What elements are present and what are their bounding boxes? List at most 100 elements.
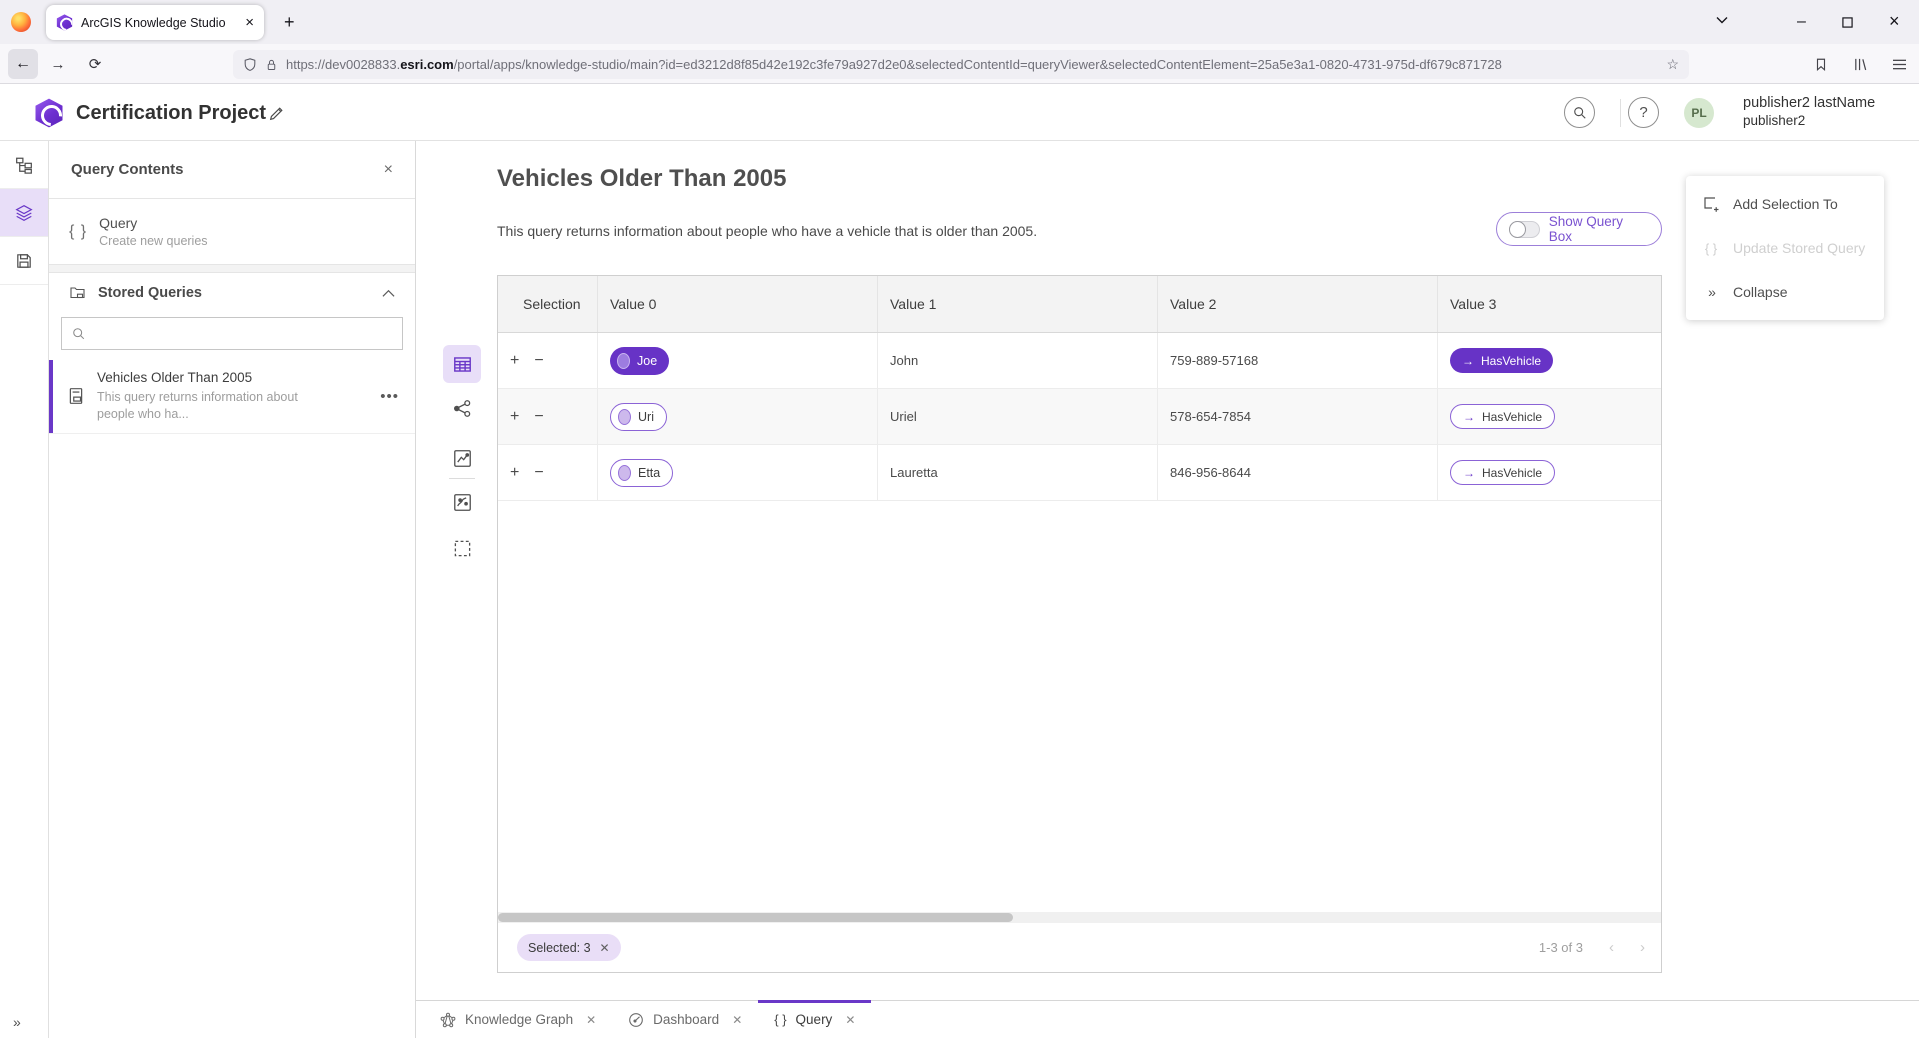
tab-knowledge-graph[interactable]: Knowledge Graph ✕ — [424, 1001, 612, 1038]
selected-count-badge[interactable]: Selected: 3 ✕ — [517, 934, 621, 961]
window-close-button[interactable]: × — [1889, 12, 1900, 30]
reload-button[interactable]: ⟳ — [80, 49, 110, 79]
rail-data-model-button[interactable] — [0, 141, 48, 189]
table-empty-area — [498, 501, 1661, 912]
expand-rail-button[interactable]: » — [13, 1014, 19, 1030]
menu-item-collapse[interactable]: » Collapse — [1686, 270, 1884, 314]
tab-close-icon[interactable]: ✕ — [732, 1013, 742, 1027]
entity-icon — [618, 409, 631, 425]
search-input[interactable] — [94, 326, 392, 341]
view-map-button[interactable] — [450, 490, 474, 514]
braces-icon: { } — [774, 1012, 786, 1027]
main-content: Vehicles Older Than 2005 This query retu… — [416, 141, 1919, 1038]
firefox-icon[interactable] — [11, 12, 31, 32]
menu-item-add-selection-to[interactable]: Add Selection To — [1686, 182, 1884, 226]
tab-title: ArcGIS Knowledge Studio — [81, 16, 237, 30]
panel-close-icon[interactable]: × — [384, 161, 393, 179]
tab-dashboard[interactable]: Dashboard ✕ — [612, 1001, 758, 1038]
show-query-box-label: Show Query Box — [1549, 214, 1649, 244]
tab-query[interactable]: { } Query ✕ — [758, 1001, 871, 1038]
scrollbar-thumb[interactable] — [498, 913, 1013, 922]
add-to-selection-button[interactable]: + — [510, 465, 519, 481]
browser-tab[interactable]: ArcGIS Knowledge Studio × — [46, 5, 264, 40]
arrow-icon: → — [1463, 466, 1475, 480]
relationship-pill[interactable]: →HasVehicle — [1450, 404, 1555, 429]
cell-value1: John — [878, 333, 1158, 388]
help-button[interactable]: ? — [1628, 97, 1659, 128]
search-button[interactable] — [1564, 97, 1595, 128]
horizontal-scrollbar[interactable] — [498, 912, 1661, 923]
view-link-chart-button[interactable] — [450, 396, 474, 420]
dashboard-icon — [628, 1012, 644, 1028]
relationship-pill[interactable]: →HasVehicle — [1450, 348, 1553, 373]
rail-save-button[interactable] — [0, 237, 48, 285]
show-query-box-toggle[interactable]: Show Query Box — [1496, 212, 1662, 246]
entity-pill[interactable]: Joe — [610, 347, 669, 375]
url-text[interactable]: https://dev0028833.esri.com/portal/apps/… — [286, 57, 1658, 72]
relationship-pill[interactable]: →HasVehicle — [1450, 460, 1555, 485]
column-header-value3: Value 3 — [1438, 276, 1661, 332]
bottom-tab-bar: Knowledge Graph ✕ Dashboard ✕ { } Query … — [416, 1000, 1919, 1038]
stored-queries-title: Stored Queries — [98, 285, 370, 301]
previous-page-button: ‹ — [1609, 939, 1614, 956]
new-tab-button[interactable]: + — [284, 13, 295, 31]
view-table-button[interactable] — [443, 345, 481, 383]
tab-close-icon[interactable]: ✕ — [586, 1013, 596, 1027]
cell-value2: 578-654-7854 — [1158, 389, 1438, 444]
stored-query-item[interactable]: Vehicles Older Than 2005 This query retu… — [49, 360, 415, 434]
lock-icon[interactable] — [265, 58, 278, 72]
column-header-value2: Value 2 — [1158, 276, 1438, 332]
rail-layers-button[interactable] — [0, 189, 48, 237]
stored-queries-search[interactable] — [61, 317, 403, 350]
braces-icon: { } — [1702, 241, 1720, 256]
query-item-subtitle: Create new queries — [99, 234, 207, 248]
view-chart-button[interactable] — [450, 446, 474, 470]
stored-queries-header[interactable]: Stored Queries — [49, 273, 415, 313]
remove-from-selection-button[interactable]: − — [534, 465, 543, 481]
table-row: +− Uri Uriel 578-654-7854 →HasVehicle — [498, 389, 1661, 445]
results-table: Selection Value 0 Value 1 Value 2 Value … — [497, 275, 1662, 973]
shield-icon[interactable] — [243, 57, 257, 72]
selection-tools-button[interactable] — [450, 536, 474, 560]
pagination: 1-3 of 3 ‹ › — [1539, 939, 1645, 956]
search-icon — [72, 327, 86, 341]
save-to-pocket-icon[interactable] — [1806, 49, 1836, 79]
stored-query-title: Vehicles Older Than 2005 — [97, 370, 298, 385]
avatar[interactable]: PL — [1684, 98, 1714, 128]
remove-from-selection-button[interactable]: − — [534, 353, 543, 369]
menu-hamburger-icon[interactable] — [1884, 49, 1914, 79]
column-header-value0: Value 0 — [598, 276, 878, 332]
header-divider — [1620, 99, 1621, 127]
selection-context-menu: Add Selection To { } Update Stored Query… — [1686, 176, 1884, 320]
table-row: +− Etta Lauretta 846-956-8644 →HasVehicl… — [498, 445, 1661, 501]
window-minimize-button[interactable]: – — [1797, 14, 1806, 30]
forward-button[interactable]: → — [43, 49, 73, 79]
chevron-up-icon[interactable] — [382, 289, 395, 298]
tab-close-icon[interactable]: × — [245, 15, 254, 30]
window-maximize-button[interactable] — [1842, 17, 1853, 28]
project-title: Certification Project — [76, 85, 266, 141]
table-header: Selection Value 0 Value 1 Value 2 Value … — [498, 276, 1661, 333]
query-contents-panel: Query Contents × { } Query Create new qu… — [49, 141, 416, 1038]
entity-pill[interactable]: Uri — [610, 403, 667, 431]
tab-close-icon[interactable]: ✕ — [845, 1013, 855, 1027]
remove-from-selection-button[interactable]: − — [534, 409, 543, 425]
bookmark-star-icon[interactable]: ☆ — [1666, 56, 1679, 73]
back-button[interactable]: ← — [8, 49, 38, 79]
library-icon[interactable] — [1845, 49, 1875, 79]
add-to-selection-button[interactable]: + — [510, 409, 519, 425]
url-bar[interactable]: https://dev0028833.esri.com/portal/apps/… — [233, 50, 1689, 79]
arrow-icon: → — [1462, 354, 1474, 368]
edit-project-icon[interactable] — [268, 105, 285, 122]
panel-spacer — [49, 265, 415, 273]
add-to-selection-button[interactable]: + — [510, 353, 519, 369]
clear-selection-icon[interactable]: ✕ — [600, 941, 610, 955]
stored-query-overflow-menu[interactable]: ••• — [380, 388, 399, 405]
new-query-item[interactable]: { } Query Create new queries — [49, 199, 415, 265]
tab-list-chevron-icon[interactable] — [1716, 16, 1728, 24]
toggle-switch[interactable] — [1509, 221, 1540, 238]
user-menu[interactable]: publisher2 lastName publisher2 — [1743, 95, 1875, 128]
user-name: publisher2 lastName — [1743, 95, 1875, 111]
folder-icon — [69, 285, 86, 301]
entity-pill[interactable]: Etta — [610, 459, 673, 487]
